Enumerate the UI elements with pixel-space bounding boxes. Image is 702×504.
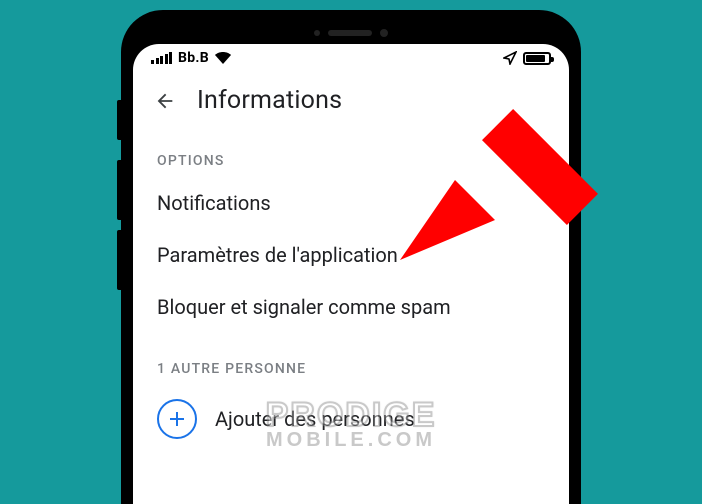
back-button[interactable] — [153, 89, 177, 113]
phone-side-button — [117, 100, 121, 140]
phone-side-button — [117, 160, 121, 220]
option-block-spam[interactable]: Bloquer et signaler comme spam — [133, 281, 569, 333]
arrow-left-icon — [154, 90, 176, 112]
wifi-icon — [215, 52, 231, 64]
option-app-settings[interactable]: Paramètres de l'application — [133, 229, 569, 281]
section-label-people: 1 AUTRE PERSONNE — [133, 333, 569, 385]
phone-screen: Bb.B Informations OPTIONS Notification — [133, 44, 569, 504]
location-icon — [503, 51, 517, 65]
signal-icon — [151, 52, 172, 64]
section-label-options: OPTIONS — [133, 125, 569, 177]
phone-notch — [133, 22, 569, 44]
add-people-button[interactable]: Ajouter des personnes — [133, 385, 569, 469]
app-bar: Informations — [133, 72, 569, 125]
phone-frame: Bb.B Informations OPTIONS Notification — [121, 10, 581, 504]
status-bar: Bb.B — [133, 44, 569, 72]
phone-side-button — [117, 230, 121, 290]
carrier-label: Bb.B — [178, 50, 209, 66]
battery-icon — [523, 52, 551, 65]
plus-circle-icon — [157, 399, 197, 439]
option-notifications[interactable]: Notifications — [133, 177, 569, 229]
add-people-label: Ajouter des personnes — [215, 407, 415, 431]
page-title: Informations — [197, 86, 342, 115]
